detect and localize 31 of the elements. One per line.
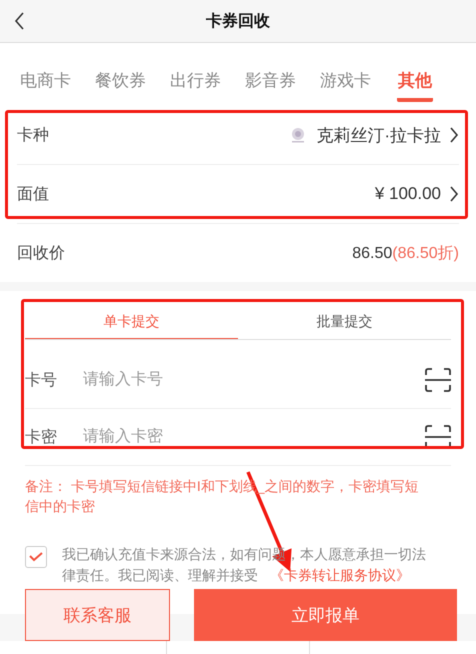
check-icon bbox=[29, 552, 43, 562]
submit-tab[interactable]: 单卡提交 bbox=[25, 291, 238, 339]
chevron-right-icon bbox=[449, 185, 459, 203]
field-label: 卡号 bbox=[25, 370, 58, 390]
category-tab[interactable]: 电商卡 bbox=[20, 69, 95, 102]
option-value: ¥ 100.00 bbox=[374, 184, 441, 204]
category-tab[interactable]: 游戏卡 bbox=[320, 69, 395, 102]
input-field[interactable]: 请输入卡号 bbox=[83, 371, 425, 389]
category-tab[interactable]: 餐饮券 bbox=[95, 69, 170, 102]
back-icon[interactable] bbox=[14, 11, 25, 31]
category-tab[interactable]: 出行券 bbox=[170, 69, 245, 102]
contact-button[interactable]: 联系客服 bbox=[25, 589, 170, 641]
option-value: 克莉丝汀·拉卡拉 bbox=[316, 124, 441, 146]
submit-tab[interactable]: 批量提交 bbox=[238, 291, 451, 339]
submit-button[interactable]: 立即报单 bbox=[194, 589, 457, 641]
page-title: 卡券回收 bbox=[206, 12, 270, 32]
category-tab[interactable]: 影音券 bbox=[245, 69, 320, 102]
checkbox[interactable] bbox=[25, 546, 47, 568]
price-value: 86.50(86.50折) bbox=[352, 244, 459, 264]
chevron-right-icon bbox=[449, 126, 459, 144]
option-row[interactable]: 卡种 克莉丝汀·拉卡拉 bbox=[17, 106, 459, 165]
scan-icon[interactable] bbox=[425, 368, 451, 392]
category-tab[interactable]: 其他 bbox=[397, 69, 433, 102]
scan-icon[interactable] bbox=[425, 425, 451, 449]
price-label: 回收价 bbox=[17, 244, 65, 264]
option-label: 卡种 bbox=[17, 126, 49, 146]
field-label: 卡密 bbox=[25, 428, 58, 448]
agreement-link[interactable]: 《卡券转让服务协议》 bbox=[270, 567, 410, 583]
brand-logo-icon bbox=[290, 127, 306, 143]
option-label: 面值 bbox=[17, 184, 49, 204]
option-row[interactable]: 面值 ¥ 100.00 bbox=[17, 165, 459, 224]
